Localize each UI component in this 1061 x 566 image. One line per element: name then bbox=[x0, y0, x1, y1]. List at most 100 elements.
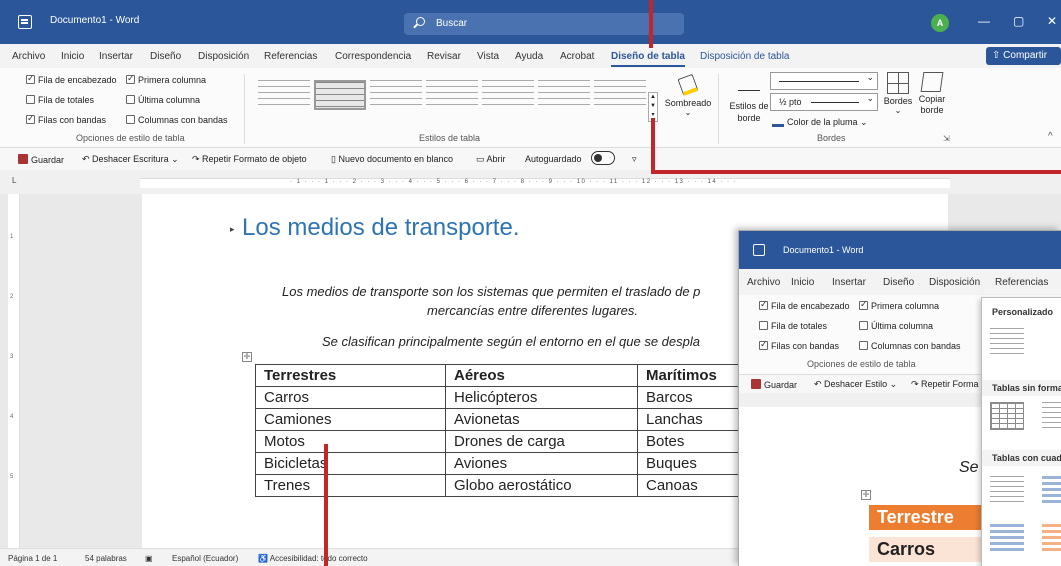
inset-last-column-checkbox[interactable]: Última columna bbox=[859, 321, 933, 331]
language[interactable]: Español (Ecuador) bbox=[172, 554, 238, 563]
undo-button[interactable]: ↶ Deshacer Escritura ⌄ bbox=[82, 154, 179, 165]
last-column-checkbox[interactable]: Última columna bbox=[126, 95, 200, 105]
banded-rows-checkbox[interactable]: Filas con bandas bbox=[26, 113, 106, 125]
table-cell[interactable]: Bicicletas bbox=[255, 452, 446, 475]
gallery-table-style[interactable] bbox=[990, 476, 1024, 504]
redo-button[interactable]: ↷ Repetir Formato de objeto bbox=[192, 154, 307, 165]
inset-first-column-checkbox[interactable]: Primera columna bbox=[859, 299, 939, 311]
word-count[interactable]: 54 palabras bbox=[85, 554, 127, 563]
page-count[interactable]: Página 1 de 1 bbox=[8, 554, 57, 563]
line-style-dropdown[interactable] bbox=[770, 72, 878, 90]
gallery-table-style[interactable] bbox=[990, 524, 1024, 552]
search-box[interactable]: Buscar bbox=[404, 13, 684, 35]
inset-table-move-handle-icon[interactable]: ✛ bbox=[861, 490, 871, 500]
header-row-checkbox[interactable]: Fila de encabezado bbox=[26, 73, 117, 85]
tab-insertar[interactable]: Insertar bbox=[99, 51, 133, 62]
inset-save-button[interactable]: Guardar bbox=[751, 379, 797, 390]
customize-qat-icon[interactable]: ▿ bbox=[632, 154, 637, 165]
transport-table[interactable]: Terrestres Aéreos Marítimos Carros Helic… bbox=[255, 364, 748, 497]
tab-acrobat[interactable]: Acrobat bbox=[560, 51, 594, 62]
inset-header-row-checkbox[interactable]: Fila de encabezado bbox=[759, 299, 850, 311]
inset-total-row-checkbox[interactable]: Fila de totales bbox=[759, 321, 827, 331]
avatar[interactable]: A bbox=[931, 14, 949, 32]
table-style-thumbnail[interactable] bbox=[594, 80, 646, 110]
close-button[interactable]: ✕ bbox=[1047, 14, 1057, 28]
proofing-icon[interactable]: ▣ bbox=[145, 554, 153, 563]
autosave-toggle[interactable] bbox=[591, 151, 615, 165]
dialog-launcher-icon[interactable]: ⇲ bbox=[943, 134, 950, 143]
gallery-table-style[interactable] bbox=[1042, 476, 1061, 504]
search-placeholder[interactable]: Buscar bbox=[436, 18, 467, 29]
horizontal-ruler[interactable]: · 1 · · · 1 · · · 2 · · · 3 · · · 4 · · … bbox=[140, 178, 950, 188]
table-cell[interactable]: Canoas bbox=[637, 474, 748, 497]
table-style-thumbnail[interactable] bbox=[370, 80, 422, 110]
collapse-ribbon-icon[interactable]: ^ bbox=[1048, 131, 1053, 142]
table-cell[interactable]: Globo aerostático bbox=[445, 474, 638, 497]
tab-disposicion-de-tabla[interactable]: Disposición de tabla bbox=[700, 51, 790, 62]
open-button[interactable]: ▭ Abrir bbox=[476, 154, 506, 165]
border-styles-button[interactable]: Estilos de borde bbox=[726, 100, 772, 124]
tab-ayuda[interactable]: Ayuda bbox=[515, 51, 543, 62]
tab-selector-icon[interactable]: L bbox=[12, 176, 16, 185]
save-button[interactable]: Guardar bbox=[18, 154, 64, 165]
inset-tab[interactable]: Inicio bbox=[791, 277, 814, 288]
tab-referencias[interactable]: Referencias bbox=[264, 51, 317, 62]
inset-banded-rows-checkbox[interactable]: Filas con bandas bbox=[759, 339, 839, 351]
table-cell[interactable]: Camiones bbox=[255, 408, 446, 431]
inset-tab[interactable]: Archivo bbox=[747, 277, 780, 288]
table-cell[interactable]: Buques bbox=[637, 452, 748, 475]
inset-table-cell[interactable]: Carros bbox=[869, 537, 989, 562]
table-cell[interactable]: Motos bbox=[255, 430, 446, 453]
inset-redo-button[interactable]: ↷ Repetir Forma bbox=[911, 379, 979, 390]
pen-color-button[interactable]: Color de la pluma ⌄ bbox=[772, 117, 868, 128]
table-cell[interactable]: Botes bbox=[637, 430, 748, 453]
table-cell[interactable]: Drones de carga bbox=[445, 430, 638, 453]
table-cell[interactable]: Carros bbox=[255, 386, 446, 409]
new-document-button[interactable]: ▯ Nuevo documento en blanco bbox=[331, 154, 453, 165]
table-cell[interactable]: Avionetas bbox=[445, 408, 638, 431]
tab-diseno-de-tabla[interactable]: Diseño de tabla bbox=[611, 51, 685, 67]
paragraph-1-line-2[interactable]: mercancías entre diferentes lugares. bbox=[427, 303, 638, 318]
tab-correspondencia[interactable]: Correspondencia bbox=[335, 51, 411, 62]
table-style-thumbnail-selected[interactable] bbox=[314, 80, 366, 110]
gallery-table-style[interactable] bbox=[1042, 402, 1061, 430]
table-cell[interactable]: Aviones bbox=[445, 452, 638, 475]
table-cell[interactable]: Lanchas bbox=[637, 408, 748, 431]
table-cell[interactable]: Helicópteros bbox=[445, 386, 638, 409]
restore-button[interactable]: ▢ bbox=[1013, 14, 1024, 28]
gallery-table-style[interactable] bbox=[990, 402, 1024, 430]
minimize-button[interactable]: — bbox=[978, 14, 990, 28]
document-heading[interactable]: Los medios de transporte. bbox=[230, 214, 519, 242]
inset-tab[interactable]: Disposición bbox=[929, 277, 980, 288]
tab-disposicion[interactable]: Disposición bbox=[198, 51, 249, 62]
table-style-thumbnail[interactable] bbox=[426, 80, 478, 110]
table-style-thumbnail[interactable] bbox=[482, 80, 534, 110]
inset-banded-columns-checkbox[interactable]: Columnas con bandas bbox=[859, 341, 961, 351]
inset-table-header-cell[interactable]: Terrestre bbox=[869, 505, 989, 530]
table-header-cell[interactable]: Terrestres bbox=[255, 364, 446, 387]
inset-tab[interactable]: Referencias bbox=[995, 277, 1048, 288]
paragraph-1-line-1[interactable]: Los medios de transporte son los sistema… bbox=[282, 284, 700, 299]
table-cell[interactable]: Trenes bbox=[255, 474, 446, 497]
share-button[interactable]: ⇧ Compartir bbox=[986, 47, 1061, 65]
table-header-cell[interactable]: Aéreos bbox=[445, 364, 638, 387]
pen-weight-dropdown[interactable]: ½ pto bbox=[770, 93, 878, 111]
tab-archivo[interactable]: Archivo bbox=[12, 51, 45, 62]
gallery-table-style[interactable] bbox=[1042, 524, 1061, 552]
paragraph-2[interactable]: Se clasifican principalmente según el en… bbox=[322, 334, 700, 349]
tab-inicio[interactable]: Inicio bbox=[61, 51, 84, 62]
banded-columns-checkbox[interactable]: Columnas con bandas bbox=[126, 115, 228, 125]
inset-tab[interactable]: Diseño bbox=[883, 277, 914, 288]
inset-tab[interactable]: Insertar bbox=[832, 277, 866, 288]
table-style-thumbnail[interactable] bbox=[538, 80, 590, 110]
table-move-handle-icon[interactable]: ✛ bbox=[242, 352, 252, 362]
table-header-cell[interactable]: Marítimos bbox=[637, 364, 748, 387]
shading-button[interactable]: Sombreado ⌄ bbox=[664, 73, 712, 117]
borders-button[interactable]: Bordes ⌄ bbox=[882, 72, 914, 115]
vertical-ruler[interactable]: 1 2 3 4 5 bbox=[8, 194, 20, 548]
first-column-checkbox[interactable]: Primera columna bbox=[126, 73, 206, 85]
table-style-thumbnail[interactable] bbox=[258, 80, 310, 110]
border-painter-button[interactable]: Copiar borde bbox=[916, 72, 948, 116]
inset-undo-button[interactable]: ↶ Deshacer Estilo ⌄ bbox=[814, 379, 897, 390]
gallery-table-style[interactable] bbox=[990, 328, 1024, 356]
